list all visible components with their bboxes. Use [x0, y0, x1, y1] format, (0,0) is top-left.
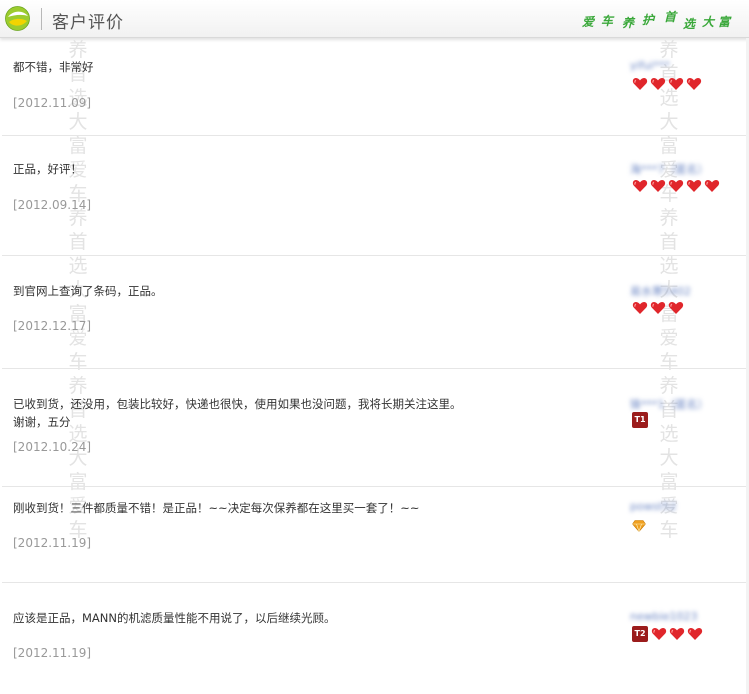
- review-user: yifui***: [630, 59, 670, 72]
- slogan-char: 富: [718, 15, 731, 29]
- review-row: 应该是正品，MANN的机滤质量性能不用说了，以后继续光顾。 [2012.11.1…: [2, 583, 747, 694]
- rating-icons: T2: [632, 626, 705, 642]
- review-date: [2012.11.09]: [13, 96, 92, 110]
- slogan-char: 护: [642, 13, 655, 27]
- slogan-char: 选: [683, 17, 696, 31]
- heart-icon: [669, 626, 685, 640]
- heart-icon: [686, 76, 702, 90]
- review-date: [2012.10.24]: [13, 440, 92, 454]
- rating-icons: [632, 76, 704, 92]
- heart-icon: [632, 300, 648, 314]
- review-row: 已收到货，还没用，包装比较好，快递也很快，使用如果也没问题，我将长期关注这里。谢…: [2, 369, 747, 487]
- diamond-icon: [632, 517, 646, 533]
- heart-icon: [704, 178, 720, 192]
- page-title: 客户评价: [52, 13, 124, 33]
- review-user: 海***7（匿名）: [630, 163, 709, 176]
- slogan-char: 首: [664, 10, 677, 24]
- tier-badge-icon: T2: [632, 626, 648, 642]
- review-user: 易水寒5402: [630, 285, 691, 298]
- review-comment: 应该是正品，MANN的机滤质量性能不用说了，以后继续光顾。: [13, 611, 336, 625]
- heart-icon: [668, 76, 684, 90]
- review-user: powst52: [630, 500, 677, 513]
- slogan: 爱 车 养 护 首 选 大 富: [580, 8, 740, 32]
- header-divider: [41, 8, 42, 30]
- heart-icon: [632, 178, 648, 192]
- heart-icon: [651, 626, 667, 640]
- review-comment: 刚收到货！三件都质量不错！是正品！~~决定每次保养都在这里买一套了！~~: [13, 501, 420, 515]
- slogan-char: 大: [702, 15, 715, 29]
- review-row: 刚收到货！三件都质量不错！是正品！~~决定每次保养都在这里买一套了！~~ [20…: [2, 487, 747, 583]
- heart-icon: [687, 626, 703, 640]
- slogan-char: 爱: [582, 15, 595, 29]
- rating-icons: [632, 300, 686, 316]
- logo-icon: [5, 6, 30, 31]
- review-user: newbie1023: [630, 610, 698, 623]
- review-comment: 都不错，非常好: [13, 60, 94, 74]
- heart-icon: [668, 300, 684, 314]
- review-date: [2012.11.19]: [13, 646, 92, 660]
- review-row: 正品，好评！ [2012.09.14] 海***7（匿名）: [2, 136, 747, 256]
- review-user: 锋***1（匿名）: [630, 398, 709, 411]
- review-row: 都不错，非常好 [2012.11.09] yifui***: [2, 38, 747, 136]
- heart-icon: [650, 76, 666, 90]
- review-row: 到官网上查询了条码，正品。 [2012.12.17] 易水寒5402: [2, 256, 747, 369]
- heart-icon: [650, 178, 666, 192]
- review-comment: 到官网上查询了条码，正品。: [13, 284, 163, 298]
- review-date: [2012.11.19]: [13, 536, 92, 550]
- tier-badge-icon: T1: [632, 412, 648, 428]
- heart-icon: [686, 178, 702, 192]
- heart-icon: [668, 178, 684, 192]
- review-comment: 已收到货，还没用，包装比较好，快递也很快，使用如果也没问题，我将长期关注这里。谢…: [13, 397, 462, 429]
- review-date: [2012.09.14]: [13, 198, 92, 212]
- review-list: 养首选大富爱车养首选大富爱车养首选大富爱车 养首选大富爱车养首选大富爱车养首选大…: [0, 38, 749, 694]
- heart-icon: [650, 300, 666, 314]
- rating-icons: T1: [632, 412, 651, 428]
- slogan-char: 养: [622, 16, 635, 30]
- header-bar: 客户评价 爱 车 养 护 首 选 大 富: [0, 0, 749, 38]
- slogan-char: 车: [601, 14, 614, 28]
- review-date: [2012.12.17]: [13, 319, 92, 333]
- rating-icons: [632, 178, 722, 194]
- review-comment: 正品，好评！: [13, 162, 82, 176]
- heart-icon: [632, 76, 648, 90]
- rating-icons: [632, 517, 646, 533]
